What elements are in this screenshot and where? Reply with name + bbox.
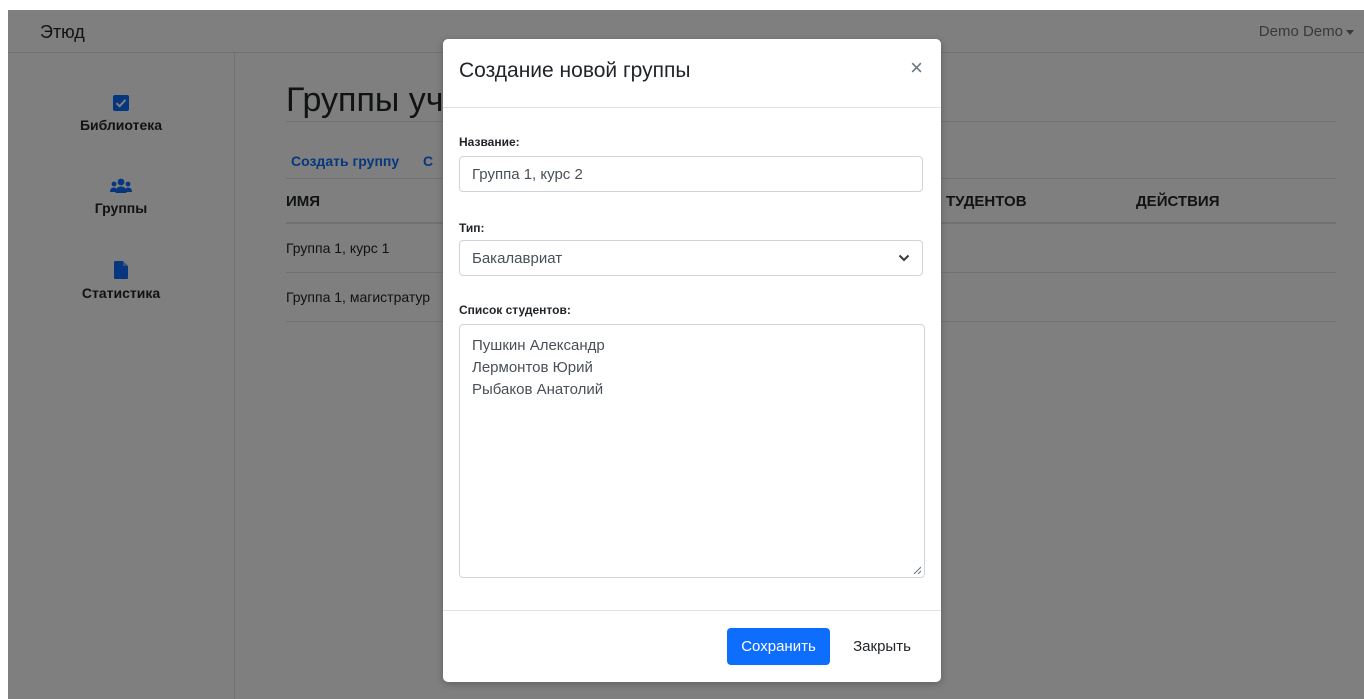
group-name-input[interactable]	[459, 156, 923, 192]
students-label: Список студентов:	[459, 303, 571, 317]
close-button[interactable]: Закрыть	[841, 628, 923, 665]
modal-footer-divider	[443, 610, 941, 611]
selected-type: Бакалавриат	[472, 249, 563, 267]
students-textarea[interactable]: Пушкин Александр Лермонтов Юрий Рыбаков …	[459, 324, 925, 578]
student-line: Рыбаков Анатолий	[472, 381, 604, 398]
name-label: Название:	[459, 135, 520, 149]
chevron-down-icon	[898, 254, 910, 262]
type-label: Тип:	[459, 221, 485, 235]
modal-title: Создание новой группы	[459, 59, 691, 82]
create-group-dialog: Создание новой группы × Название: Тип: Б…	[443, 39, 941, 682]
close-icon[interactable]: ×	[910, 57, 923, 79]
app-window: Этюд Demo Demo Библиотека Группы	[8, 10, 1364, 699]
group-type-select[interactable]: Бакалавриат	[459, 240, 923, 276]
student-line: Пушкин Александр	[472, 337, 605, 354]
modal-header: Создание новой группы ×	[443, 39, 941, 108]
save-button[interactable]: Сохранить	[727, 628, 830, 665]
student-line: Лермонтов Юрий	[472, 359, 593, 376]
resize-handle-icon[interactable]	[913, 566, 921, 574]
